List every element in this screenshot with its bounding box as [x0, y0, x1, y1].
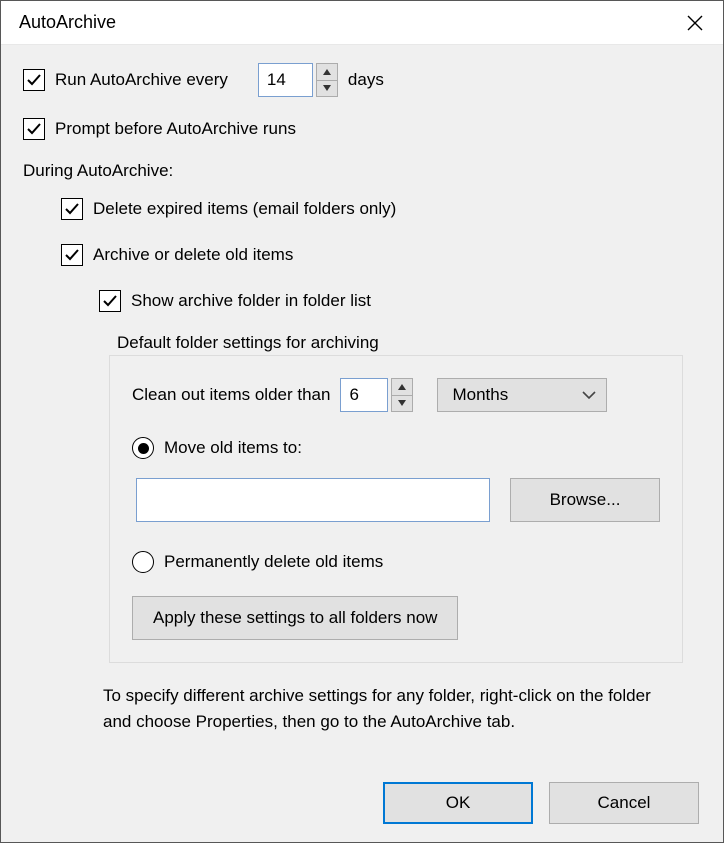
- archive-path-input[interactable]: [136, 478, 490, 522]
- delete-expired-row: Delete expired items (email folders only…: [61, 195, 705, 223]
- during-label: During AutoArchive:: [23, 161, 705, 181]
- show-folder-checkbox[interactable]: [99, 290, 121, 312]
- apply-all-label: Apply these settings to all folders now: [153, 608, 437, 628]
- delete-expired-label: Delete expired items (email folders only…: [93, 199, 396, 219]
- check-icon: [102, 293, 118, 309]
- archive-old-label: Archive or delete old items: [93, 245, 293, 265]
- prompt-checkbox[interactable]: [23, 118, 45, 140]
- run-interval-down[interactable]: [316, 80, 338, 98]
- browse-button[interactable]: Browse...: [510, 478, 660, 522]
- ok-button[interactable]: OK: [383, 782, 533, 824]
- prompt-label: Prompt before AutoArchive runs: [55, 119, 296, 139]
- titlebar: AutoArchive: [1, 1, 723, 45]
- hint-text: To specify different archive settings fo…: [103, 683, 681, 736]
- default-settings-group: Clean out items older than Months Move o…: [109, 355, 683, 663]
- clean-unit-value: Months: [452, 385, 508, 405]
- triangle-up-icon: [398, 384, 406, 390]
- clean-age-input[interactable]: [340, 378, 388, 412]
- triangle-down-icon: [323, 85, 331, 91]
- run-label-prefix: Run AutoArchive every: [55, 70, 228, 90]
- run-autoarchive-row: Run AutoArchive every days: [23, 63, 705, 97]
- triangle-down-icon: [398, 400, 406, 406]
- archive-old-checkbox[interactable]: [61, 244, 83, 266]
- check-icon: [64, 247, 80, 263]
- check-icon: [64, 201, 80, 217]
- run-interval-input[interactable]: [258, 63, 313, 97]
- fieldset-title: Default folder settings for archiving: [117, 333, 705, 353]
- run-label-suffix: days: [348, 70, 384, 90]
- triangle-up-icon: [323, 69, 331, 75]
- check-icon: [26, 121, 42, 137]
- permanently-delete-label: Permanently delete old items: [164, 552, 383, 572]
- clean-age-down[interactable]: [391, 395, 413, 413]
- permanently-delete-radio[interactable]: [132, 551, 154, 573]
- browse-label: Browse...: [550, 490, 621, 510]
- prompt-row: Prompt before AutoArchive runs: [23, 115, 705, 143]
- delete-expired-checkbox[interactable]: [61, 198, 83, 220]
- run-autoarchive-checkbox[interactable]: [23, 69, 45, 91]
- clean-unit-select[interactable]: Months: [437, 378, 607, 412]
- apply-all-button[interactable]: Apply these settings to all folders now: [132, 596, 458, 640]
- archive-old-row: Archive or delete old items: [61, 241, 705, 269]
- close-button[interactable]: [683, 11, 707, 35]
- move-old-radio[interactable]: [132, 437, 154, 459]
- window-title: AutoArchive: [19, 12, 116, 33]
- run-interval-up[interactable]: [316, 63, 338, 80]
- close-icon: [687, 15, 703, 31]
- clean-age-up[interactable]: [391, 378, 413, 395]
- move-old-label: Move old items to:: [164, 438, 302, 458]
- chevron-down-icon: [582, 390, 596, 400]
- cancel-button[interactable]: Cancel: [549, 782, 699, 824]
- clean-prefix: Clean out items older than: [132, 385, 330, 405]
- show-folder-row: Show archive folder in folder list: [99, 287, 705, 315]
- check-icon: [26, 72, 42, 88]
- show-folder-label: Show archive folder in folder list: [131, 291, 371, 311]
- ok-label: OK: [446, 793, 471, 813]
- cancel-label: Cancel: [598, 793, 651, 813]
